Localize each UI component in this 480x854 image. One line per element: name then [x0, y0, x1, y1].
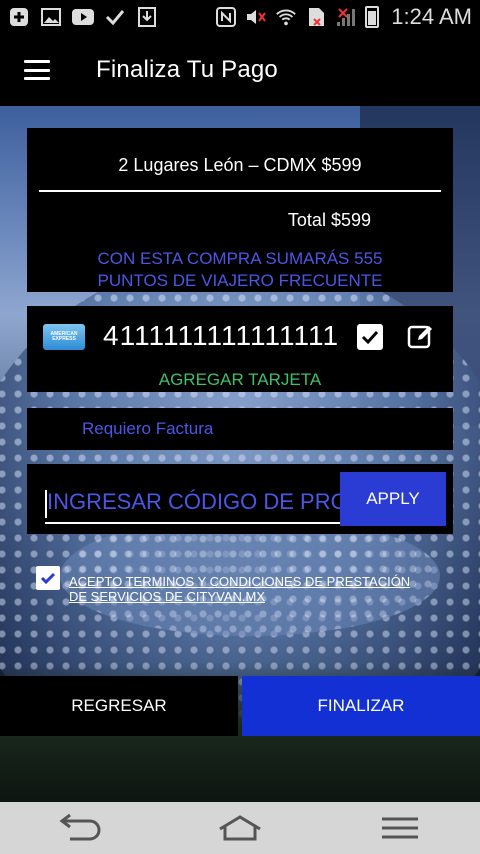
apply-button[interactable]: APPLY	[340, 472, 446, 526]
nav-back-button[interactable]	[40, 806, 120, 850]
promo-code-input[interactable]	[45, 486, 341, 524]
terms-link[interactable]: ACEPTO TERMINOS Y CONDICIONES DE PRESTAC…	[69, 574, 429, 604]
divider	[39, 190, 441, 192]
payment-card-panel: AMERICAN EXPRESS 4111111111111111 AGREGA…	[27, 306, 453, 392]
terms-checkbox[interactable]	[36, 566, 60, 590]
page-title: Finaliza Tu Pago	[96, 56, 278, 83]
text-cursor	[45, 490, 47, 518]
image-icon	[40, 7, 62, 27]
check-icon	[104, 7, 126, 27]
wifi-icon	[275, 7, 297, 27]
nav-home-button[interactable]	[200, 806, 280, 850]
check-icon	[361, 330, 379, 345]
system-nav-bar	[0, 802, 480, 854]
check-icon	[40, 572, 56, 585]
home-icon	[219, 815, 261, 841]
invoice-panel: Requiero Factura	[27, 408, 453, 450]
app-bar: Finaliza Tu Pago	[0, 34, 480, 106]
trip-description: 2 Lugares León – CDMX $599	[118, 155, 362, 175]
battery-icon	[365, 6, 380, 28]
add-card-link[interactable]: AGREGAR TARJETA	[27, 370, 453, 390]
sim-icon	[305, 7, 327, 27]
mute-icon	[245, 7, 267, 27]
invoice-link[interactable]: Requiero Factura	[82, 419, 213, 439]
nfc-icon	[215, 7, 237, 27]
clock: 1:24 AM	[391, 4, 472, 29]
download-icon	[136, 7, 158, 27]
points-message: CON ESTA COMPRA SUMARÁS 555 PUNTOS DE VI…	[97, 249, 383, 290]
nav-menu-button[interactable]	[360, 806, 440, 850]
card-select-checkbox[interactable]	[357, 324, 383, 350]
menu-lines-icon	[382, 817, 418, 839]
back-arrow-icon	[59, 813, 101, 841]
back-button[interactable]: REGRESAR	[0, 676, 238, 736]
promo-panel: APPLY	[27, 464, 453, 534]
hamburger-icon	[24, 60, 50, 80]
menu-button[interactable]	[0, 34, 74, 106]
finish-button[interactable]: FINALIZAR	[242, 676, 480, 736]
card-number: 4111111111111111	[103, 320, 340, 351]
total-amount: Total $599	[287, 210, 371, 230]
amex-card-icon: AMERICAN EXPRESS	[43, 324, 85, 350]
edit-icon[interactable]	[407, 323, 435, 351]
status-bar: 1:24 AM	[0, 0, 480, 34]
signal-icon	[335, 7, 357, 27]
youtube-icon	[72, 7, 94, 27]
plus-icon	[8, 7, 30, 27]
action-bar: REGRESAR FINALIZAR	[0, 676, 480, 736]
order-summary: 2 Lugares León – CDMX $599 Total $599 CO…	[27, 128, 453, 292]
